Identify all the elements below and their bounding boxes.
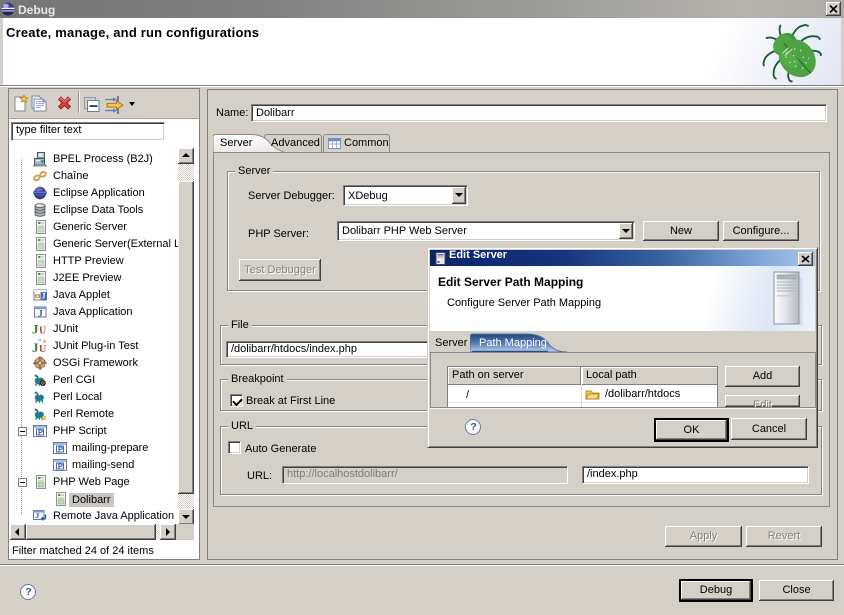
svg-text:P: P [58, 445, 63, 454]
svg-text:J: J [32, 340, 39, 354]
svg-text:J: J [36, 511, 40, 520]
svg-text:J: J [42, 292, 46, 301]
svg-text:P: P [58, 462, 63, 471]
svg-text:U: U [39, 344, 46, 354]
svg-text:P: P [38, 428, 43, 437]
svg-text:J: J [38, 310, 43, 320]
svg-text:R: R [42, 416, 47, 423]
svg-text:J: J [32, 322, 39, 337]
svg-text:U: U [39, 326, 46, 337]
